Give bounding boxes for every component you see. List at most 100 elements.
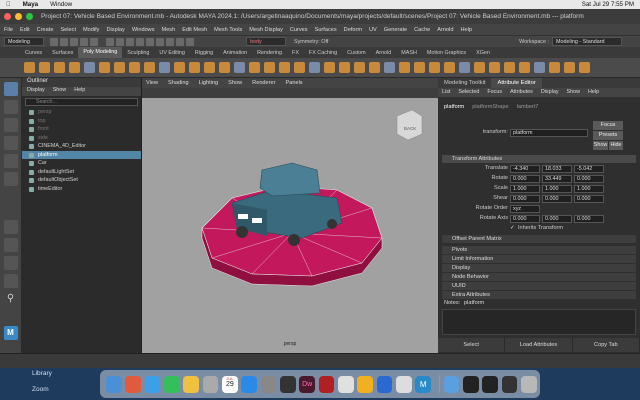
- shelf-tab-surfaces[interactable]: Surfaces: [47, 50, 78, 56]
- outliner-item-persp[interactable]: persp: [22, 108, 141, 117]
- menu-help[interactable]: Help: [460, 27, 472, 33]
- rotate-order-dropdown[interactable]: xyz: [510, 204, 540, 213]
- tab-attribute-editor[interactable]: Attribute Editor: [491, 78, 542, 88]
- shear-z[interactable]: 0.000: [574, 194, 604, 203]
- finder-item-library[interactable]: Library: [32, 370, 52, 377]
- section-extra-attributes[interactable]: Extra Attributes: [442, 291, 636, 299]
- shelf-tool-icon[interactable]: [174, 62, 185, 73]
- shelf-tab-xgen[interactable]: XGen: [471, 50, 495, 56]
- shelf-tool-icon[interactable]: [264, 62, 275, 73]
- outliner-menu-display[interactable]: Display: [27, 87, 45, 96]
- contacts-icon[interactable]: [202, 375, 219, 393]
- snap-grid-icon[interactable]: [136, 37, 144, 46]
- attr-menu-help[interactable]: Help: [588, 88, 599, 97]
- outliner-menu-help[interactable]: Help: [74, 87, 85, 96]
- rotate-x[interactable]: 0.000: [510, 174, 540, 183]
- shelf-tab-animation[interactable]: Animation: [218, 50, 252, 56]
- folder-icon[interactable]: [443, 375, 460, 393]
- screenshot-icon-3[interactable]: [501, 375, 518, 393]
- maya-dock-icon[interactable]: M: [415, 375, 432, 393]
- shelf-tool-icon[interactable]: [129, 62, 140, 73]
- menu-uv[interactable]: UV: [369, 27, 377, 33]
- shelf-tool-icon[interactable]: [444, 62, 455, 73]
- viewport-scene[interactable]: BACK persp: [142, 98, 438, 353]
- viewport-menu-view[interactable]: View: [146, 80, 158, 86]
- shelf-tool-icon[interactable]: [534, 62, 545, 73]
- snap-surface-icon[interactable]: [166, 37, 174, 46]
- safari-icon[interactable]: [144, 375, 161, 393]
- shelf-tool-icon[interactable]: [159, 62, 170, 73]
- settings-icon[interactable]: [260, 375, 277, 393]
- section-node-behavior[interactable]: Node Behavior: [442, 273, 636, 281]
- outliner-layout-icon[interactable]: [3, 274, 18, 288]
- messages-icon[interactable]: [163, 375, 180, 393]
- menuset-dropdown[interactable]: Modeling: [4, 37, 44, 46]
- shelf-tool-icon[interactable]: [24, 62, 35, 73]
- outliner-item-top[interactable]: top: [22, 117, 141, 126]
- shelf-tool-icon[interactable]: [564, 62, 575, 73]
- clock[interactable]: Sat Jul 29 7:55 PM: [582, 1, 634, 8]
- shelf-tab-poly-modeling[interactable]: Poly Modeling: [78, 47, 123, 58]
- outliner-item-defaultlightset[interactable]: defaultLightSet: [22, 168, 141, 177]
- minimize-icon[interactable]: [14, 13, 22, 20]
- menu-deform[interactable]: Deform: [344, 27, 362, 33]
- shelf-tool-icon[interactable]: [429, 62, 440, 73]
- close-icon[interactable]: [4, 13, 11, 20]
- transform-attributes-section[interactable]: Transform Attributes: [442, 155, 636, 163]
- attr-menu-attributes[interactable]: Attributes: [510, 88, 533, 97]
- apple-icon[interactable]: : [6, 1, 11, 8]
- menu-generate[interactable]: Generate: [384, 27, 407, 33]
- offset-parent-section[interactable]: Offset Parent Matrix: [442, 235, 636, 243]
- outliner-item-defaultobjectset[interactable]: defaultObjectSet: [22, 176, 141, 185]
- maya-m-icon[interactable]: M: [3, 326, 18, 340]
- shelf-tool-icon[interactable]: [39, 62, 50, 73]
- rotate-y[interactable]: 33.449: [542, 174, 572, 183]
- shelf-tool-icon[interactable]: [324, 62, 335, 73]
- viewport-menu-renderer[interactable]: Renderer: [252, 80, 275, 86]
- rotate-axis-y[interactable]: 0.000: [542, 214, 572, 223]
- show-button[interactable]: Show: [593, 141, 608, 150]
- select-tool-icon[interactable]: [3, 82, 18, 96]
- shelf-tool-icon[interactable]: [144, 62, 155, 73]
- filezilla-icon[interactable]: [318, 375, 335, 393]
- single-view-icon[interactable]: [3, 220, 18, 234]
- persp-outliner-icon[interactable]: [3, 256, 18, 270]
- menu-display[interactable]: Display: [106, 27, 124, 33]
- menu-edit[interactable]: Edit: [20, 27, 30, 33]
- inherits-checkbox[interactable]: ✓: [510, 224, 515, 233]
- viewport-menu-shading[interactable]: Shading: [168, 80, 189, 86]
- shelf-tool-icon[interactable]: [399, 62, 410, 73]
- outliner-item-car[interactable]: Car: [22, 159, 141, 168]
- snap-curve-icon[interactable]: [146, 37, 154, 46]
- button-select[interactable]: Select: [438, 338, 506, 352]
- shelf-tool-icon[interactable]: [234, 62, 245, 73]
- section-limit-information[interactable]: Limit Information: [442, 255, 636, 263]
- four-view-icon[interactable]: [3, 238, 18, 252]
- scale-tool-icon[interactable]: [3, 172, 18, 186]
- shelf-tool-icon[interactable]: [69, 62, 80, 73]
- object-field[interactable]: body: [246, 37, 286, 46]
- shelf-tool-icon[interactable]: [114, 62, 125, 73]
- shelf-tool-icon[interactable]: [249, 62, 260, 73]
- save-scene-icon[interactable]: [70, 37, 78, 46]
- calendar-icon[interactable]: JUL 29: [221, 375, 238, 393]
- shear-y[interactable]: 0.000: [542, 194, 572, 203]
- section-uuid[interactable]: UUID: [442, 282, 636, 290]
- snap-point-icon[interactable]: [156, 37, 164, 46]
- node-tab-platformshape[interactable]: platformShape: [472, 102, 508, 112]
- shelf-tool-icon[interactable]: [579, 62, 590, 73]
- shelf-tool-icon[interactable]: [294, 62, 305, 73]
- viewport-menu-lighting[interactable]: Lighting: [199, 80, 219, 86]
- outliner-item-cinema-4d-editor[interactable]: CINEMA_4D_Editor: [22, 142, 141, 151]
- button-load-attributes[interactable]: Load Attributes: [505, 338, 573, 352]
- shelf-tab-fx[interactable]: FX: [287, 50, 304, 56]
- viewport-menu-show[interactable]: Show: [228, 80, 242, 86]
- node-tab-lambert7[interactable]: lambert7: [517, 102, 539, 112]
- shelf-tool-icon[interactable]: [219, 62, 230, 73]
- shelf-tab-rendering[interactable]: Rendering: [252, 50, 287, 56]
- shelf-tab-custom[interactable]: Custom: [342, 50, 371, 56]
- shelf-tool-icon[interactable]: [279, 62, 290, 73]
- shelf-tab-fx-caching[interactable]: FX Caching: [304, 50, 342, 56]
- viewport-panel[interactable]: View Shading Lighting Show Renderer Panels: [142, 78, 438, 353]
- launchpad-icon[interactable]: [125, 375, 142, 393]
